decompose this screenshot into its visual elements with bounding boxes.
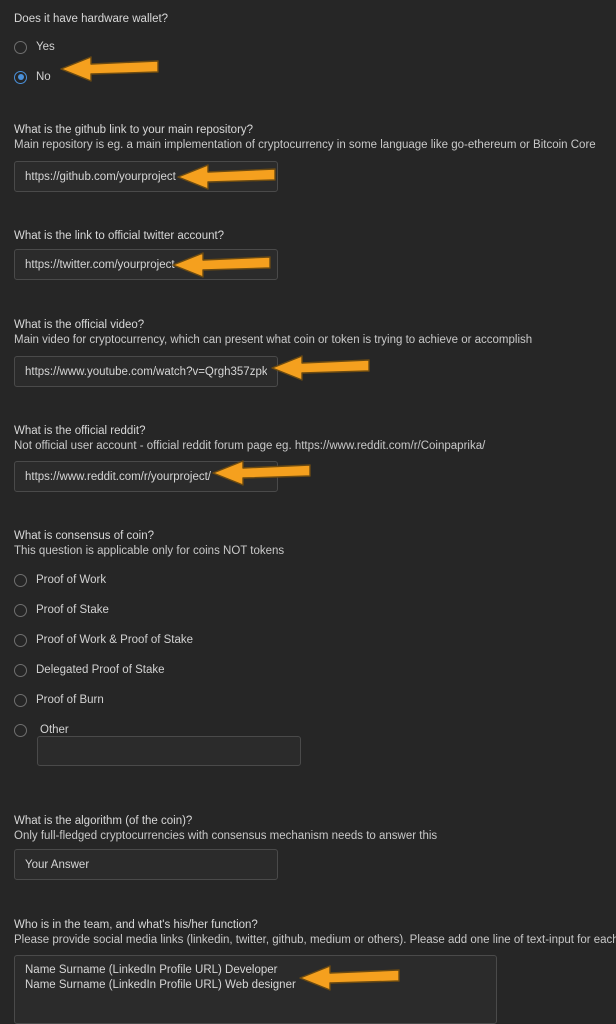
radio-option-pow-and-pos[interactable]: Proof of Work & Proof of Stake	[14, 625, 193, 655]
radio-option-label: Yes	[36, 41, 55, 53]
radio-indicator[interactable]	[14, 723, 27, 737]
radio-option-label: Other	[40, 724, 69, 736]
question-consensus: What is consensus of coin? This question…	[14, 529, 284, 559]
question-title: Who is in the team, and what's his/her f…	[14, 919, 258, 931]
arrow-video-input	[271, 355, 370, 381]
radio-option-label: Proof of Stake	[36, 604, 109, 616]
github-link-input[interactable]	[14, 161, 278, 192]
question-github-link: What is the github link to your main rep…	[14, 123, 596, 153]
question-description: Please provide social media links (linke…	[14, 934, 616, 946]
question-title: What is the github link to your main rep…	[14, 124, 254, 136]
radio-option-label: Proof of Work	[36, 574, 107, 586]
question-description: Main video for cryptocurrency, which can…	[14, 334, 533, 346]
question-title: What is the algorithm (of the coin)?	[14, 815, 193, 827]
official-video-input[interactable]	[14, 356, 278, 387]
question-team: Who is in the team, and what's his/her f…	[14, 918, 616, 948]
radio-indicator[interactable]	[14, 603, 27, 617]
consensus-other-input[interactable]	[37, 736, 301, 766]
twitter-link-input[interactable]	[14, 249, 278, 280]
algorithm-input[interactable]	[14, 849, 278, 880]
question-title: What is the official video?	[14, 319, 145, 331]
question-description: Only full-fledged cryptocurrencies with …	[14, 830, 438, 842]
question-title: What is consensus of coin?	[14, 530, 154, 542]
radio-option-label: No	[36, 71, 51, 83]
consensus-radio-group: Proof of Work Proof of Stake Proof of Wo…	[14, 565, 193, 745]
radio-option-label: Delegated Proof of Stake	[36, 664, 165, 676]
form-page: Does it have hardware wallet? Yes No Wha…	[0, 0, 616, 1024]
radio-indicator[interactable]	[14, 40, 27, 54]
official-reddit-input[interactable]	[14, 461, 278, 492]
question-title: Does it have hardware wallet?	[14, 13, 169, 25]
question-description: This question is applicable only for coi…	[14, 545, 285, 557]
radio-option-no[interactable]: No	[14, 66, 168, 88]
radio-option-proof-of-work[interactable]: Proof of Work	[14, 565, 193, 595]
question-description: Main repository is eg. a main implementa…	[14, 139, 596, 151]
radio-option-label: Proof of Work & Proof of Stake	[36, 634, 194, 646]
question-title: What is the link to official twitter acc…	[14, 230, 225, 242]
question-official-video: What is the official video? Main video f…	[14, 318, 532, 348]
radio-indicator[interactable]	[14, 573, 27, 587]
radio-option-proof-of-stake[interactable]: Proof of Stake	[14, 595, 193, 625]
radio-indicator[interactable]	[14, 663, 27, 677]
radio-option-delegated-proof-of-stake[interactable]: Delegated Proof of Stake	[14, 655, 193, 685]
question-description: Not official user account - official red…	[14, 440, 486, 452]
question-title: What is the official reddit?	[14, 425, 146, 437]
question-algorithm: What is the algorithm (of the coin)? Onl…	[14, 814, 437, 844]
question-hardware-wallet: Does it have hardware wallet? Yes No	[14, 12, 168, 88]
radio-option-proof-of-burn[interactable]: Proof of Burn	[14, 685, 193, 715]
question-official-reddit: What is the official reddit? Not officia…	[14, 424, 485, 454]
radio-option-yes[interactable]: Yes	[14, 36, 168, 58]
radio-indicator[interactable]	[14, 633, 27, 647]
radio-option-label: Proof of Burn	[36, 694, 104, 706]
question-twitter-link: What is the link to official twitter acc…	[14, 229, 224, 244]
radio-indicator[interactable]	[14, 693, 27, 707]
radio-indicator-selected[interactable]	[14, 70, 27, 84]
team-textarea[interactable]: Name Surname (LinkedIn Profile URL) Deve…	[14, 955, 497, 1024]
